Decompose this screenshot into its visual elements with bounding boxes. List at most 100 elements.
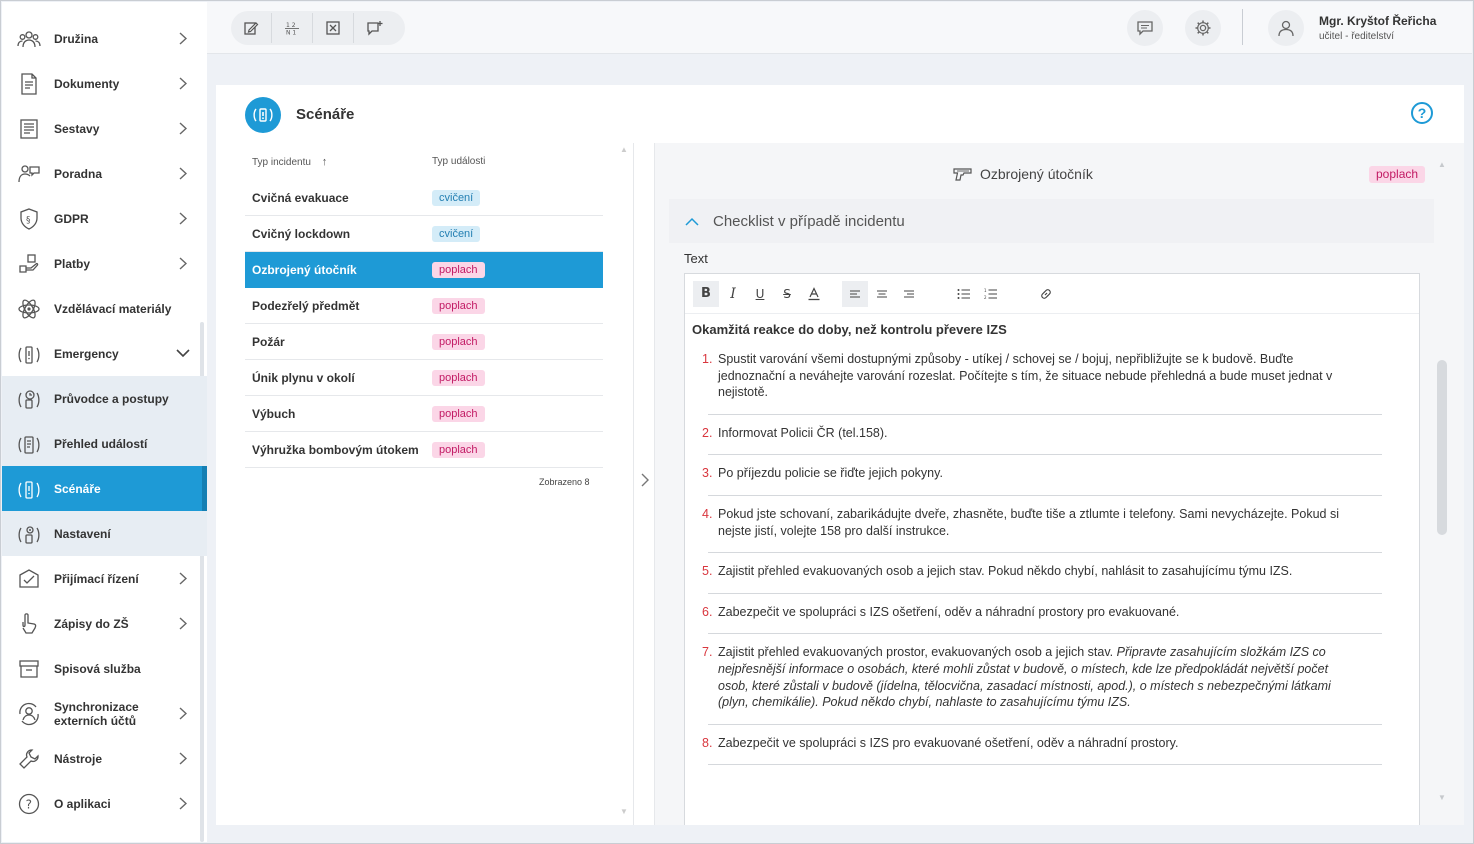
sidebar-item-scenare[interactable]: Scénáře xyxy=(2,466,207,511)
chevron-right-icon[interactable] xyxy=(173,707,193,720)
messages-icon[interactable] xyxy=(1127,10,1163,46)
italic-icon[interactable]: I xyxy=(720,281,746,307)
gear-icon[interactable] xyxy=(1185,10,1221,46)
sidebar-item-emergency[interactable]: Emergency xyxy=(2,331,207,376)
list-scroll-up-icon[interactable]: ▲ xyxy=(620,145,628,154)
detail-scroll-up-icon[interactable]: ▲ xyxy=(1438,160,1446,169)
sort-ascending-icon[interactable]: ↑ xyxy=(322,156,328,168)
item-body: Po příjezdu policie se řiďte jejich poky… xyxy=(718,465,943,482)
chevron-right-icon[interactable] xyxy=(173,257,193,270)
sidebar-item-nastaveni[interactable]: Nastavení xyxy=(2,511,207,556)
align-right-icon[interactable] xyxy=(896,281,922,307)
event-type-badge: cvičení xyxy=(432,190,481,206)
absence-icon[interactable] xyxy=(313,13,354,43)
table-row[interactable]: Cvičná evakuace cvičení xyxy=(245,180,603,216)
sidebar-item-label: Přijímací řízení xyxy=(54,571,139,586)
table-row[interactable]: Výbuch poplach xyxy=(245,396,603,432)
column-header-event-type[interactable]: Typ události xyxy=(432,156,485,167)
enrollment-icon xyxy=(14,609,44,639)
sidebar-item-synchronizace-externich-uctu[interactable]: Synchronizace externích účtů xyxy=(2,691,207,736)
sidebar-item-label: Sestavy xyxy=(54,121,100,136)
item-body: Zabezpečit ve spolupráci s IZS pro evaku… xyxy=(718,735,1178,752)
table-row[interactable]: Podezřelý předmět poplach xyxy=(245,288,603,324)
sidebar-item-sestavy[interactable]: Sestavy xyxy=(2,106,207,151)
sidebar-item-label: Synchronizace externích účtů xyxy=(54,699,139,728)
sidebar-item-label: Nástroje xyxy=(54,751,103,766)
checklist-section-header[interactable]: Checklist v případě incidentu xyxy=(669,199,1434,243)
detail-scroll-down-icon[interactable]: ▼ xyxy=(1438,793,1446,802)
bullet-list-icon[interactable] xyxy=(951,281,977,307)
numbered-list-icon[interactable]: 12 xyxy=(978,281,1004,307)
new-message-icon[interactable] xyxy=(354,13,395,43)
event-type-badge: cvičení xyxy=(432,226,481,242)
scenario-detail: Ozbrojený útočník poplach Checklist v př… xyxy=(655,143,1464,825)
sidebar-item-poradna[interactable]: Poradna xyxy=(2,151,207,196)
item-number: 8. xyxy=(702,735,713,750)
page-title: Scénáře xyxy=(296,106,355,123)
chevron-right-icon[interactable] xyxy=(173,617,193,630)
chevron-right-icon[interactable] xyxy=(640,473,650,487)
chevron-right-icon[interactable] xyxy=(173,797,193,810)
checklist-items: 1. Spustit varování všemi dostupnými způs… xyxy=(692,351,1412,766)
sidebar-item-prehled-udalosti[interactable]: Přehled událostí xyxy=(2,421,207,466)
sidebar-item-label: Spisová služba xyxy=(54,661,141,676)
atom-icon xyxy=(14,294,44,324)
user-avatar-icon[interactable] xyxy=(1268,10,1304,46)
incident-name: Výbuch xyxy=(252,407,296,421)
chevron-down-icon[interactable] xyxy=(173,349,193,358)
sidebar-item-pruvodce-a-postupy[interactable]: Průvodce a postupy xyxy=(2,376,207,421)
gun-icon xyxy=(953,167,973,181)
chevron-up-icon[interactable] xyxy=(685,217,699,226)
emergency-events-icon xyxy=(14,429,44,459)
underline-icon[interactable]: U xyxy=(747,281,773,307)
chevron-right-icon[interactable] xyxy=(173,752,193,765)
sidebar-item-label: O aplikaci xyxy=(54,796,111,811)
grades-icon[interactable]: 1 2N 1 xyxy=(272,13,313,43)
help-icon[interactable]: ? xyxy=(1411,102,1433,124)
chevron-right-icon[interactable] xyxy=(173,572,193,585)
incident-name: Ozbrojený útočník xyxy=(252,263,357,277)
sidebar-item-vzdelavaci-materialy[interactable]: Vzdělávací materiály xyxy=(2,286,207,331)
table-row[interactable]: Cvičný lockdown cvičení xyxy=(245,216,603,252)
detail-scrollbar[interactable] xyxy=(1437,360,1447,535)
incident-name: Výhružka bombovým útokem xyxy=(252,443,419,457)
sidebar-item-label: Nastavení xyxy=(54,526,111,541)
sidebar-item-gdpr[interactable]: § GDPR xyxy=(2,196,207,241)
sidebar-item-spisova-sluzba[interactable]: Spisová služba xyxy=(2,646,207,691)
text-color-icon[interactable] xyxy=(801,281,827,307)
sidebar-item-label: Vzdělávací materiály xyxy=(54,301,172,316)
editor-content[interactable]: Okamžitá reakce do doby, než kontrolu př… xyxy=(685,314,1419,766)
sidebar-item-nastroje[interactable]: Nástroje xyxy=(2,736,207,781)
chevron-right-icon[interactable] xyxy=(173,32,193,45)
sidebar-item-o-aplikaci[interactable]: ? O aplikaci xyxy=(2,781,207,826)
bold-icon[interactable]: B xyxy=(693,280,719,307)
chevron-right-icon[interactable] xyxy=(173,77,193,90)
list-scroll-down-icon[interactable]: ▼ xyxy=(620,807,628,816)
incident-name: Požár xyxy=(252,335,285,349)
list-item: 5. Zajistit přehled evakuovaných osob a j… xyxy=(702,553,1382,594)
sidebar-item-dokumenty[interactable]: Dokumenty xyxy=(2,61,207,106)
column-header-incident-type[interactable]: Typ incidentu ↑ xyxy=(252,156,327,168)
incident-name: Cvičný lockdown xyxy=(252,227,351,241)
panel-splitter[interactable] xyxy=(633,143,655,825)
svg-text:N 1: N 1 xyxy=(286,30,296,37)
align-left-icon[interactable] xyxy=(842,280,868,307)
sidebar-item-zapisy-do-zs[interactable]: Zápisy do ZŠ xyxy=(2,601,207,646)
rich-text-editor[interactable]: B I U S 1 2 Okamžitá reakce do doby, než… xyxy=(684,273,1420,825)
user-name[interactable]: Mgr. Kryštof Řeřicha xyxy=(1319,14,1436,28)
link-icon[interactable] xyxy=(1033,281,1059,307)
incident-name: Únik plynu v okolí xyxy=(252,371,355,385)
sidebar-item-prijimaci-rizeni[interactable]: Přijímací řízení xyxy=(2,556,207,601)
chevron-right-icon[interactable] xyxy=(173,167,193,180)
edit-note-icon[interactable] xyxy=(231,13,272,43)
sidebar-item-druzina[interactable]: Družina xyxy=(2,16,207,61)
sidebar-item-platby[interactable]: Platby xyxy=(2,241,207,286)
table-row[interactable]: Požár poplach xyxy=(245,324,603,360)
align-center-icon[interactable] xyxy=(869,281,895,307)
table-row[interactable]: Výhružka bombovým útokem poplach xyxy=(245,432,603,468)
strikethrough-icon[interactable]: S xyxy=(774,281,800,307)
table-row[interactable]: Ozbrojený útočník poplach xyxy=(245,252,603,288)
table-row[interactable]: Únik plynu v okolí poplach xyxy=(245,360,603,396)
chevron-right-icon[interactable] xyxy=(173,212,193,225)
chevron-right-icon[interactable] xyxy=(173,122,193,135)
